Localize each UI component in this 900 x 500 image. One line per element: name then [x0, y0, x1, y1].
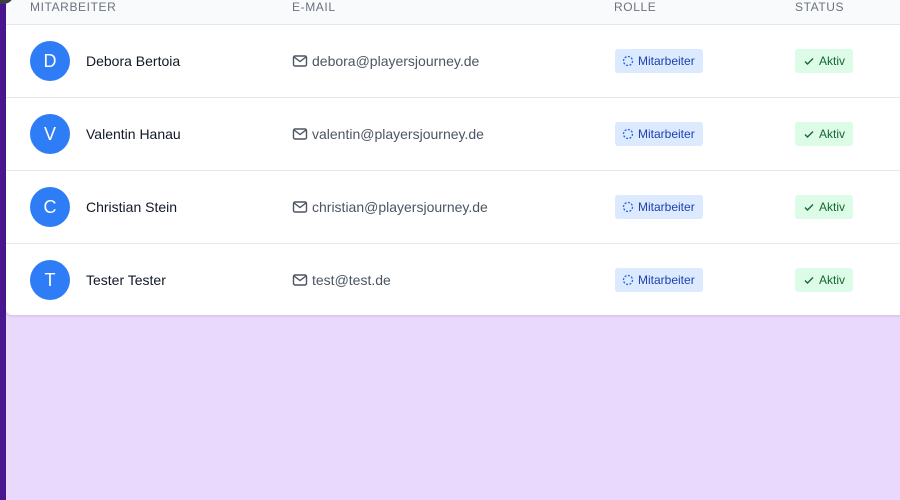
table-row[interactable]: T Tester Tester test@test.de Mitarbeiter…: [6, 244, 900, 315]
email-text: valentin@playersjourney.de: [312, 126, 484, 142]
check-icon: [804, 204, 814, 211]
check-icon: [804, 58, 814, 65]
table-row[interactable]: C Christian Stein christian@playersjourn…: [6, 171, 900, 244]
avatar: D: [30, 41, 70, 81]
role-text: Mitarbeiter: [638, 54, 695, 68]
check-icon: [804, 131, 814, 138]
status-text: Aktiv: [819, 127, 846, 141]
role-badge: Mitarbeiter: [615, 195, 703, 219]
mail-icon: [292, 128, 308, 140]
status-badge: Aktiv: [795, 122, 854, 146]
column-header-employee[interactable]: MITARBEITER: [30, 0, 116, 14]
mail-icon: [292, 274, 308, 286]
column-header-email[interactable]: E-MAIL: [292, 0, 336, 14]
avatar: V: [30, 114, 70, 154]
employee-email[interactable]: debora@playersjourney.de: [292, 53, 479, 69]
employee-table: MITARBEITER E-MAIL ROLLE STATUS D Debora…: [6, 0, 900, 315]
status-text: Aktiv: [819, 54, 846, 68]
avatar: C: [30, 187, 70, 227]
table-row[interactable]: D Debora Bertoia debora@playersjourney.d…: [6, 25, 900, 98]
employee-name: Debora Bertoia: [86, 53, 181, 69]
email-text: debora@playersjourney.de: [312, 53, 480, 69]
check-icon: [804, 277, 814, 284]
spinner-icon: [622, 274, 634, 286]
role-text: Mitarbeiter: [638, 200, 695, 214]
mail-icon: [292, 55, 308, 67]
employee-email[interactable]: christian@playersjourney.de: [292, 199, 488, 215]
table-row[interactable]: V Valentin Hanau valentin@playersjourney…: [6, 98, 900, 171]
spinner-icon: [622, 55, 634, 67]
status-badge: Aktiv: [795, 49, 854, 73]
email-text: christian@playersjourney.de: [312, 199, 488, 215]
status-badge: Aktiv: [795, 195, 854, 219]
employee-email[interactable]: test@test.de: [292, 272, 391, 288]
employee-name: Tester Tester: [86, 272, 166, 288]
column-header-role[interactable]: ROLLE: [614, 0, 656, 14]
role-text: Mitarbeiter: [638, 273, 695, 287]
role-badge: Mitarbeiter: [615, 122, 703, 146]
employee-name: Christian Stein: [86, 199, 178, 215]
status-text: Aktiv: [819, 273, 846, 287]
status-text: Aktiv: [819, 200, 846, 214]
email-text: test@test.de: [312, 272, 391, 288]
employee-email[interactable]: valentin@playersjourney.de: [292, 126, 484, 142]
role-badge: Mitarbeiter: [615, 268, 703, 292]
table-header: MITARBEITER E-MAIL ROLLE STATUS: [6, 0, 900, 25]
spinner-icon: [622, 128, 634, 140]
spinner-icon: [622, 201, 634, 213]
avatar: T: [30, 260, 70, 300]
column-header-status[interactable]: STATUS: [795, 0, 844, 14]
mail-icon: [292, 201, 308, 213]
employee-name: Valentin Hanau: [86, 126, 181, 142]
role-text: Mitarbeiter: [638, 127, 695, 141]
status-badge: Aktiv: [795, 268, 854, 292]
role-badge: Mitarbeiter: [615, 49, 703, 73]
